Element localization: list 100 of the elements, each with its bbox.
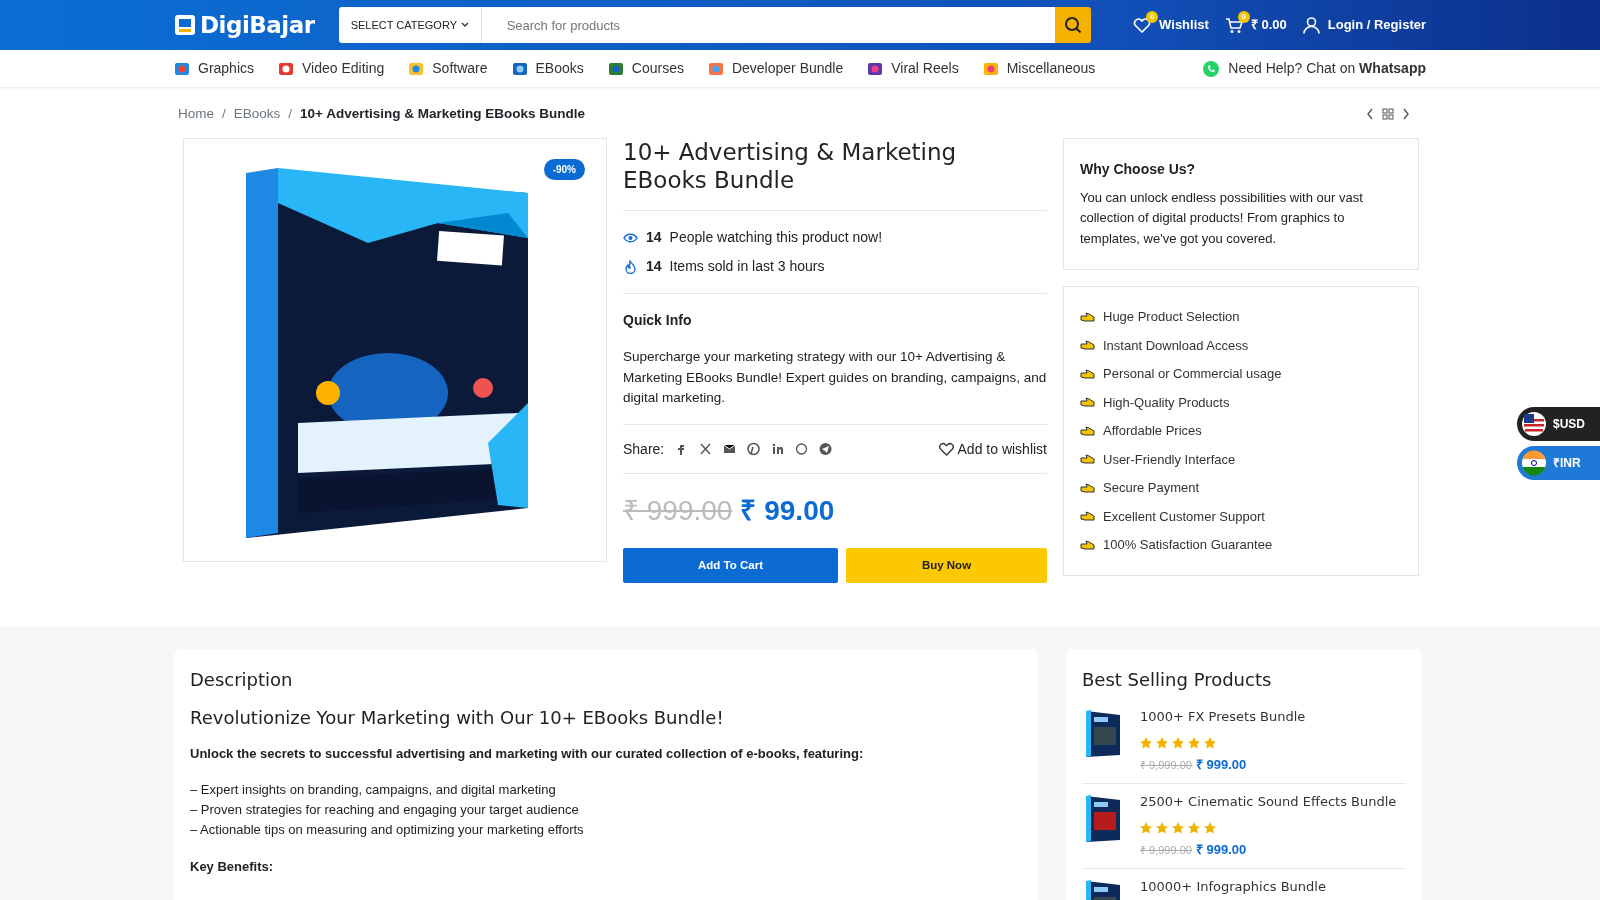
logo-text[interactable]: DigiBajar [200,7,315,43]
stat-text: People watching this product now! [669,228,883,248]
category-link[interactable]: Courses [607,58,684,79]
pointing-hand-icon [1080,367,1095,380]
product-title: 10+ Advertising & Marketing EBooks Bundle [623,138,958,195]
feature-text: 100% Satisfaction Guarantee [1103,536,1273,555]
heart-icon [938,442,954,457]
breadcrumb-link[interactable]: EBooks [233,104,281,125]
flag-icon [1521,411,1547,437]
feature-text: Secure Payment [1103,479,1200,498]
category-icon [707,60,724,77]
pointing-hand-icon [1080,481,1095,494]
pointing-hand-icon [1080,310,1095,323]
heart-icon [1133,17,1152,33]
category-link[interactable]: Video Editing [278,58,385,79]
old-price: ₹ 999.00 [623,494,733,529]
star-icon [1204,822,1216,835]
description-bullet: – Expert insights on branding, campaigns, and digital marketing [190,780,557,799]
flame-icon [623,259,638,274]
category-icon [278,60,295,77]
category-link[interactable]: EBooks [511,58,584,79]
star-icon [1156,737,1168,750]
card-title: Best Selling Products [1082,669,1273,691]
feature-text: Excellent Customer Support [1103,507,1265,526]
share-label: Share: [623,439,665,459]
product-link[interactable]: 10000+ Infographics Bundle [1140,876,1326,897]
x-icon[interactable] [699,442,713,457]
currency-button[interactable]: ₹INR [1517,446,1600,480]
star-icon [1188,737,1200,750]
section-title: Quick Info [623,311,693,331]
old-price: ₹ 9,999.00 [1140,842,1192,858]
search-icon [1063,16,1082,34]
flag-icon [1521,450,1547,476]
description-heading: Revolutionize Your Marketing with Our 10+ EBooks Bundle! [190,706,725,729]
stat-count: 14 [646,228,662,248]
category-icon [867,60,884,77]
category-link[interactable]: Developer Bundle [707,58,844,79]
stat-count: 14 [646,257,662,277]
breadcrumb-separator: / [222,105,226,123]
breadcrumb-link[interactable]: Home [178,104,214,125]
description-bullet: – Actionable tips on measuring and optimizing your marketing efforts [190,820,585,839]
grid-icon[interactable] [1382,108,1394,121]
cart-count-badge: 0 [1237,10,1250,23]
star-icon [1156,822,1168,835]
star-icon [1204,737,1216,750]
quick-info-text: Supercharge your marketing strategy with our 10+ Advertising & Marketing EBooks Bundle! Expert guides on branding, campaigns, and digital marketing. [623,348,1047,407]
description-intro: Unlock the secrets to successful advertising and marketing with our curated collection of e-books, featuring: [190,745,865,764]
chevron-down-icon [460,22,469,28]
previous-icon[interactable] [1366,108,1374,121]
description-subheading: Key Benefits: [190,857,274,876]
cart-icon [1224,16,1243,34]
pointing-hand-icon [1080,538,1095,551]
pointing-hand-icon [1080,453,1095,466]
logo-icon[interactable] [174,14,196,36]
category-icon [982,60,999,77]
product-link[interactable]: 2500+ Cinematic Sound Effects Bundle [1140,791,1397,812]
search-field[interactable]: Search for products [481,7,1055,43]
category-icon [607,60,624,77]
pointing-hand-icon [1080,396,1095,409]
breadcrumb-separator: / [288,105,293,123]
pointing-hand-icon [1080,510,1095,523]
old-price: ₹ 9,999.00 [1140,757,1192,773]
breadcrumb-current: 10+ Advertising & Marketing EBooks Bundle [300,105,585,123]
star-icon [1172,737,1184,750]
star-icon [1140,737,1152,750]
category-link[interactable]: Miscellaneous [982,58,1096,79]
category-link[interactable]: Graphics [174,58,255,79]
search-button[interactable] [1054,7,1091,43]
feature-text: High-Quality Products [1103,393,1230,412]
next-icon[interactable] [1402,108,1410,121]
login-link[interactable]: Login / Register [1302,15,1426,35]
add-to-wishlist-link[interactable]: Add to wishlist [938,438,1047,460]
star-icon [1188,822,1200,835]
category-link[interactable]: Viral Reels [867,58,959,79]
card-title: Description [190,669,294,691]
feature-text: Instant Download Access [1103,336,1249,355]
pointing-hand-icon [1080,424,1095,437]
product-link[interactable]: 1000+ FX Presets Bundle [1140,706,1306,727]
add-to-cart-button[interactable]: Add To Cart [623,548,838,584]
sale-price: ₹ 999.00 [1195,841,1247,860]
feature-text: User-Friendly Interface [1103,450,1236,469]
linkedin-icon[interactable] [771,442,785,457]
help-text[interactable]: Need Help? Chat on Whatsapp [1228,58,1426,79]
buy-now-button[interactable]: Buy Now [846,548,1047,584]
currency-button[interactable]: $USD [1517,407,1600,441]
panel-title: Why Choose Us? [1080,160,1197,180]
category-select[interactable]: SELECT CATEGORY [338,7,482,43]
description-bullet: – Proven strategies for reaching and engaging your target audience [190,800,580,819]
sale-price: ₹ 99.00 [740,494,835,529]
feature-text: Huge Product Selection [1103,308,1240,327]
feature-text: Affordable Prices [1103,422,1202,441]
category-link[interactable]: Software [408,58,488,79]
star-icon [1172,822,1184,835]
user-icon [1302,16,1320,34]
pointing-hand-icon [1080,339,1095,352]
category-icon [511,60,528,77]
feature-text: Personal or Commercial usage [1103,365,1282,384]
telegram-icon[interactable] [819,442,833,457]
stat-text: Items sold in last 3 hours [669,257,825,277]
panel-text: You can unlock endless possibilities with our vast collection of digital products! From graphics to templates, we've got you covered. [1080,189,1364,248]
